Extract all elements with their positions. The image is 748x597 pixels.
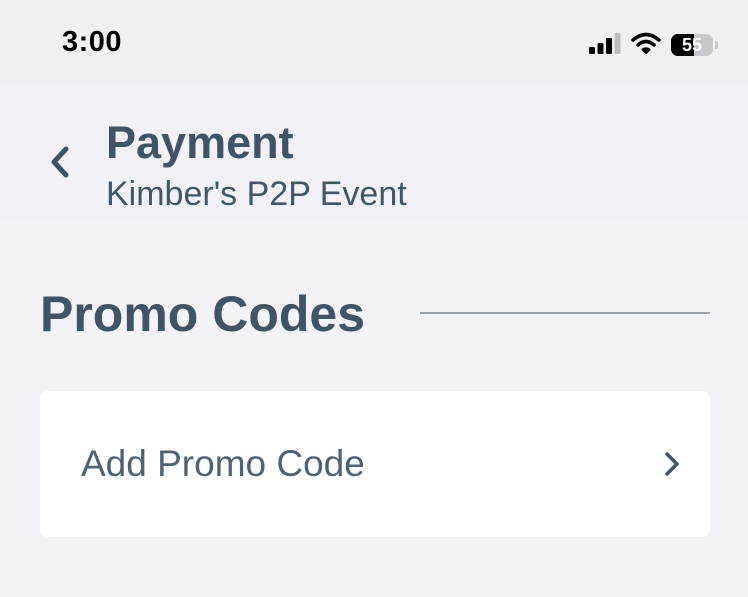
page-subtitle: Kimber's P2P Event xyxy=(106,175,407,213)
status-icons: 55 xyxy=(589,32,718,58)
page-title: Payment xyxy=(106,117,294,168)
battery-nub xyxy=(715,41,718,49)
battery-level: 55 xyxy=(681,35,703,55)
chevron-right-icon xyxy=(660,449,684,479)
status-time: 3:00 xyxy=(62,26,123,58)
battery-icon: 55 xyxy=(671,34,713,56)
wifi-icon xyxy=(631,32,661,59)
add-promo-code-label: Add Promo Code xyxy=(81,443,365,484)
promo-codes-heading: Promo Codes xyxy=(40,286,366,342)
status-bar: 3:00 55 xyxy=(0,0,748,86)
chevron-left-icon xyxy=(50,145,70,184)
add-promo-code-button[interactable]: Add Promo Code xyxy=(40,391,710,537)
section-divider xyxy=(420,312,710,314)
cellular-signal-icon xyxy=(589,32,621,59)
nav-header: Payment Kimber's P2P Event xyxy=(0,86,748,220)
back-button[interactable] xyxy=(40,142,80,186)
